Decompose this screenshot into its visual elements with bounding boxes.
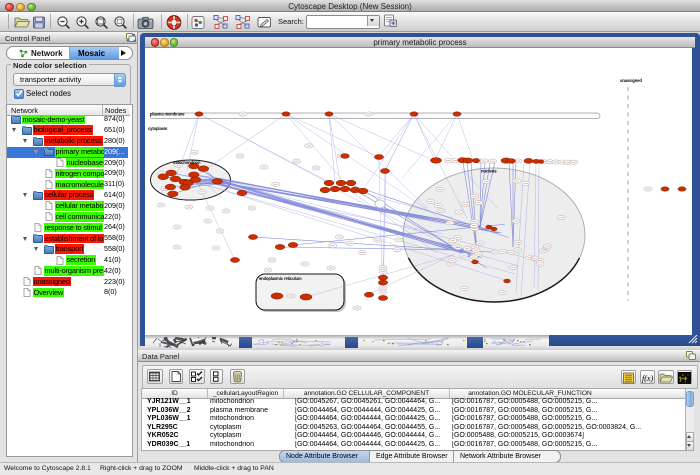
svg-text:nucleus: nucleus [481,169,497,174]
svg-text:unassigned: unassigned [620,78,642,83]
svg-text:mitochondrion: mitochondrion [173,160,201,165]
svg-text:cytoplasm: cytoplasm [148,126,168,131]
svg-text:plasma membrane: plasma membrane [150,112,185,117]
svg-text:f(x): f(x) [642,374,653,383]
svg-text:endoplasmic reticulum: endoplasmic reticulum [259,276,302,281]
